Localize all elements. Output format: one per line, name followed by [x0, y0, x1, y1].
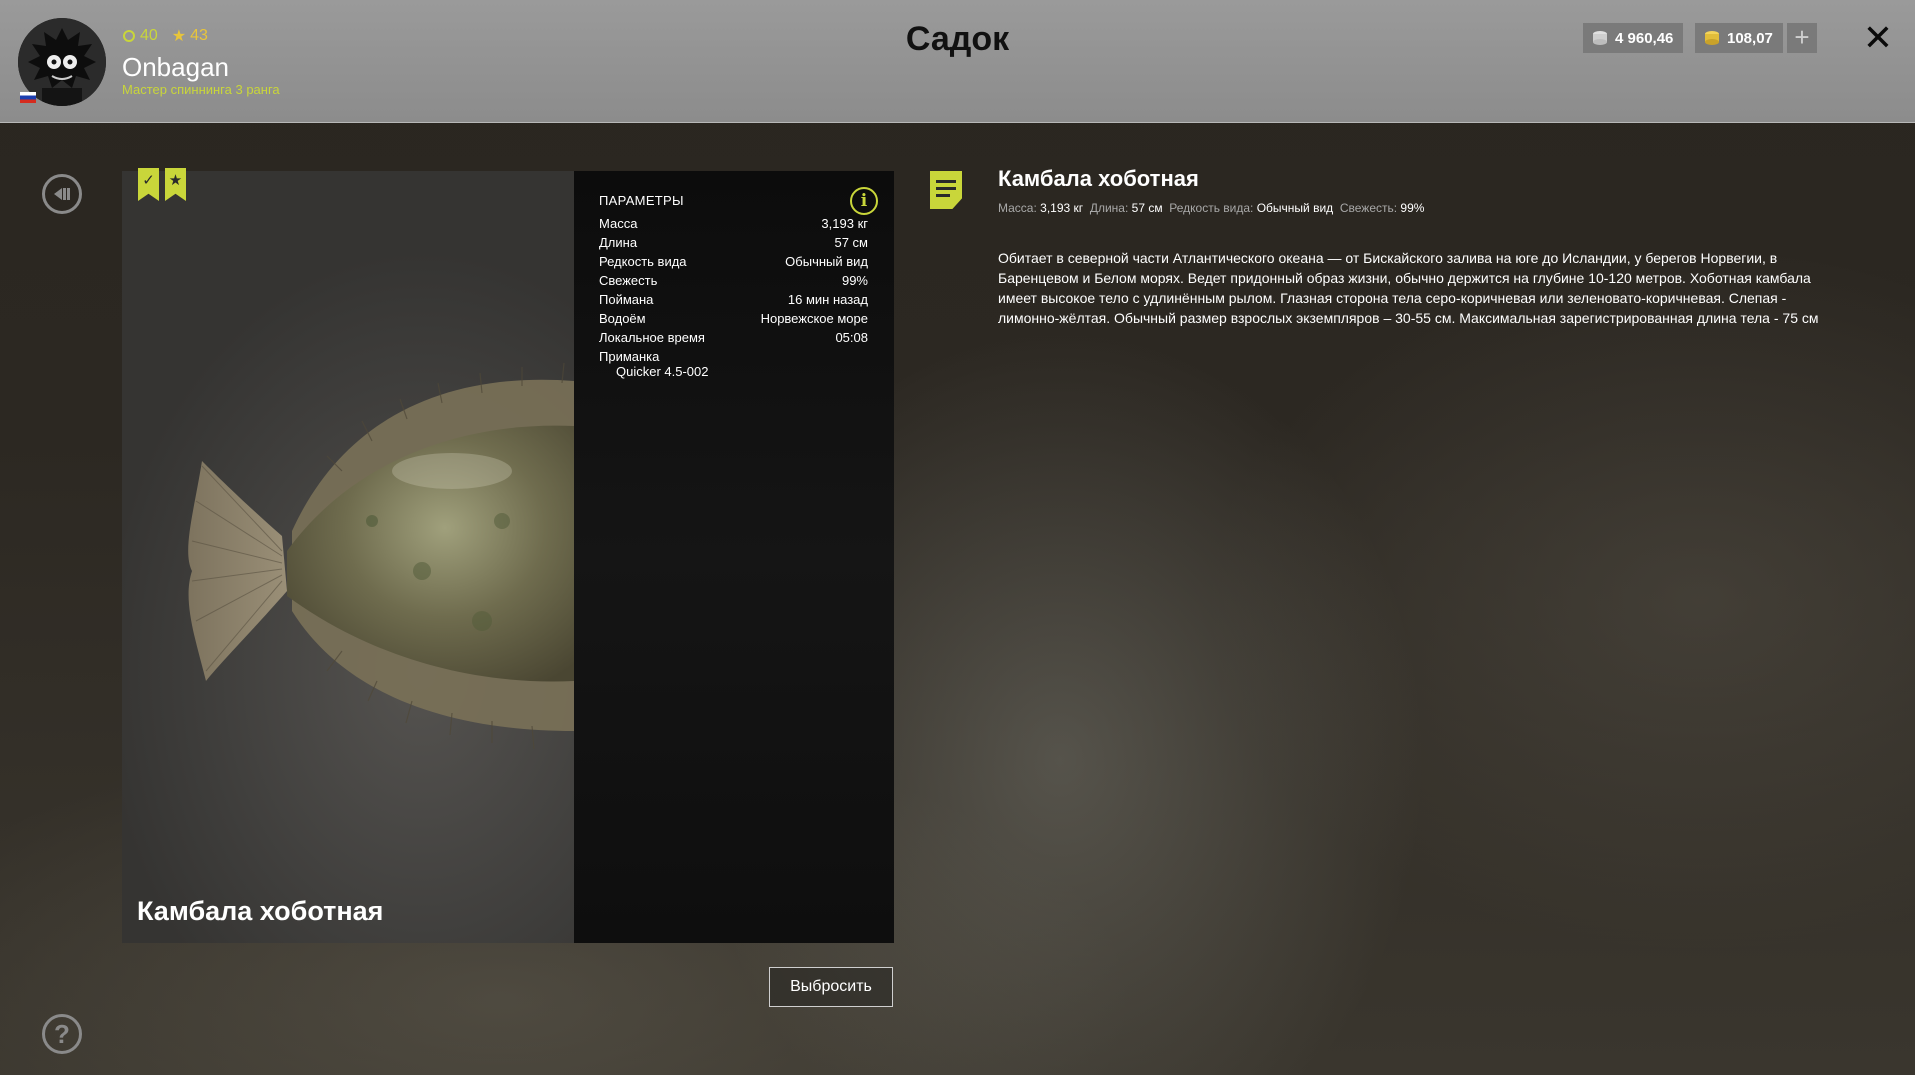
meta-rarity: Обычный вид	[1256, 201, 1334, 215]
description-title: Камбала хоботная	[998, 166, 1199, 191]
back-button[interactable]	[42, 174, 82, 214]
param-value: 99%	[841, 273, 868, 288]
description-meta: Масса: 3,193 кг Длина: 57 см Редкость ви…	[998, 201, 1424, 215]
param-value: 16 мин назад	[787, 292, 868, 307]
discard-button[interactable]: Выбросить	[769, 967, 893, 1007]
param-key: Водоём	[599, 311, 646, 326]
param-key: Редкость вида	[599, 254, 687, 269]
fish-image-panel: Камбала хоботная	[122, 171, 574, 943]
fish-image	[188, 362, 574, 750]
param-key: Длина	[599, 235, 638, 250]
gold-balance: 108,07	[1695, 23, 1783, 53]
param-row: Свежесть 99%	[599, 271, 868, 290]
silver-value: 4 960,46	[1615, 29, 1674, 47]
params-title: ПАРАМЕТРЫ	[599, 193, 684, 208]
meta-mass: 3,193 кг	[1040, 201, 1084, 215]
meta-length: 57 см	[1131, 201, 1163, 215]
param-key: Поймана	[599, 292, 654, 307]
info-icon[interactable]: i	[850, 187, 878, 215]
gold-coin-icon	[1705, 31, 1719, 45]
param-value: Обычный вид	[785, 254, 868, 269]
bookmark-star-icon: ★	[165, 168, 186, 201]
player-rank: Мастер спиннинга 3 ранга	[122, 82, 280, 97]
top-bar: 40 ★ 43 Onbagan Мастер спиннинга 3 ранга…	[0, 0, 1915, 123]
country-flag-icon	[20, 92, 36, 103]
param-row: Поймана 16 мин назад	[599, 290, 868, 309]
param-key: Масса	[599, 216, 638, 231]
param-row: Масса 3,193 кг	[599, 214, 868, 233]
meta-rarity-label: Редкость вида:	[1169, 201, 1254, 215]
help-icon: ?	[54, 1019, 70, 1049]
meta-length-label: Длина:	[1089, 201, 1129, 215]
bait-value: Quicker 4.5-002	[616, 364, 709, 379]
bookmark-check-icon: ✓	[138, 168, 159, 201]
description-text: Обитает в северной части Атлантического …	[998, 250, 1819, 326]
param-value: 57 см	[834, 235, 868, 250]
meta-fresh: 99%	[1400, 201, 1425, 215]
close-button[interactable]: ✕	[1860, 20, 1896, 56]
param-value: Норвежское море	[760, 311, 868, 326]
silver-coin-icon	[1593, 31, 1607, 45]
fish-name-caption: Камбала хоботная	[137, 896, 384, 926]
param-key: Свежесть	[599, 273, 658, 288]
param-row: Локальное время 05:08	[599, 328, 868, 347]
back-icon	[54, 188, 70, 200]
param-value: 3,193 кг	[821, 216, 868, 231]
document-icon	[930, 171, 962, 209]
param-key: Локальное время	[599, 330, 705, 345]
param-row: Редкость вида Обычный вид	[599, 252, 868, 271]
param-row: Водоём Норвежское море	[599, 309, 868, 328]
add-currency-button[interactable]: +	[1787, 23, 1817, 53]
help-button[interactable]: ?	[42, 1014, 82, 1054]
gold-value: 108,07	[1727, 29, 1773, 47]
param-row: Длина 57 см	[599, 233, 868, 252]
meta-mass-label: Масса:	[998, 201, 1037, 215]
plus-icon: +	[1794, 22, 1810, 52]
param-value: 05:08	[835, 330, 868, 345]
bait-label: Приманка	[599, 349, 660, 364]
close-icon: ✕	[1862, 17, 1894, 58]
params-panel: ПАРАМЕТРЫ Масса 3,193 кг Длина 57 см Ред…	[574, 171, 894, 943]
meta-fresh-label: Свежесть:	[1339, 201, 1398, 215]
fish-badges: ✓ ★	[138, 168, 186, 201]
silver-balance: 4 960,46	[1583, 23, 1683, 53]
